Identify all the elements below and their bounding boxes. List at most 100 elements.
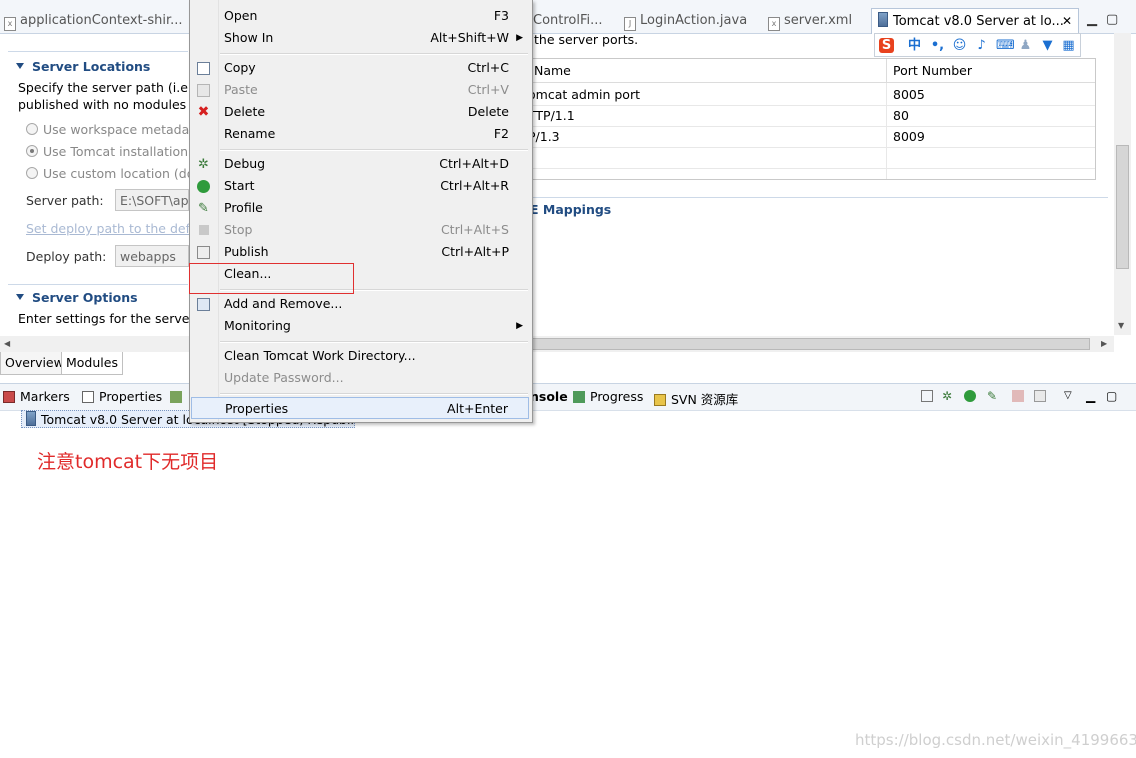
- minimize-icon[interactable]: ▁: [1086, 390, 1098, 402]
- menu-separator: [220, 149, 528, 151]
- menu-separator: [220, 341, 528, 343]
- minimize-icon[interactable]: ▁: [1087, 12, 1097, 27]
- view-menu-icon[interactable]: ▽: [1064, 390, 1076, 402]
- tab-console[interactable]: nsole: [530, 389, 568, 404]
- debug-icon[interactable]: ✲: [942, 390, 954, 402]
- publish-icon[interactable]: [1034, 390, 1046, 402]
- row-divider: [528, 147, 1095, 148]
- tab-modules[interactable]: Modules: [61, 352, 123, 375]
- port-number-cell[interactable]: 80: [887, 105, 1087, 126]
- tab-server-xml[interactable]: x server.xml: [768, 10, 864, 32]
- port-number-cell[interactable]: 8005: [887, 84, 1087, 105]
- start-icon: [197, 180, 210, 193]
- paste-icon: [197, 84, 210, 97]
- emoji-icon[interactable]: ☺: [952, 38, 967, 53]
- menu-item-paste[interactable]: Paste Ctrl+V: [191, 79, 529, 101]
- tab-properties[interactable]: Properties: [82, 389, 162, 404]
- deploy-path-label: Deploy path:: [26, 249, 107, 264]
- start-icon[interactable]: [964, 390, 976, 402]
- port-number-cell[interactable]: 8009: [887, 126, 1087, 147]
- maximize-icon[interactable]: ▢: [1106, 12, 1118, 27]
- chinese-mode-icon[interactable]: 中: [907, 38, 922, 53]
- deploy-path-field[interactable]: webapps: [115, 245, 189, 267]
- radio-workspace-metadata[interactable]: Use workspace metadata: [26, 122, 202, 137]
- scroll-down-icon[interactable]: ▼: [1118, 321, 1124, 330]
- menu-item-show-in[interactable]: Show In Alt+Shift+W ▶: [191, 27, 529, 49]
- stop-icon[interactable]: [1012, 390, 1024, 402]
- menu-item-clean-work-dir[interactable]: Clean Tomcat Work Directory...: [191, 345, 529, 367]
- menu-item-publish[interactable]: Publish Ctrl+Alt+P: [191, 241, 529, 263]
- scrollbar-thumb[interactable]: [530, 338, 1090, 350]
- radio-selected-icon: [26, 145, 38, 157]
- sogou-logo-icon[interactable]: S: [879, 38, 894, 53]
- submenu-arrow-icon: ▶: [516, 321, 523, 331]
- port-name-cell[interactable]: TTP/1.1: [522, 105, 882, 126]
- section-divider: [8, 51, 188, 52]
- delete-icon: ✖: [197, 104, 210, 120]
- server-icon: [878, 12, 888, 27]
- menu-item-rename[interactable]: Rename F2: [191, 123, 529, 145]
- column-header-name[interactable]: Name: [528, 59, 887, 83]
- menu-item-update-password[interactable]: Update Password...: [191, 367, 529, 389]
- tab-tomcat-server[interactable]: Tomcat v8.0 Server at lo... ✕: [871, 8, 1079, 34]
- xml-file-icon: x: [4, 17, 16, 31]
- add-remove-icon: [197, 298, 210, 311]
- user-icon[interactable]: ♟: [1018, 38, 1033, 53]
- collapse-triangle-icon: [16, 63, 24, 69]
- toolbox-icon[interactable]: ▦: [1061, 38, 1076, 53]
- server-path-field[interactable]: E:\SOFT\apa: [115, 189, 189, 211]
- profile-icon[interactable]: ✎: [987, 390, 999, 402]
- menu-item-debug[interactable]: ✲ Debug Ctrl+Alt+D: [191, 153, 529, 175]
- server-locations-desc-1: Specify the server path (i.e. ca: [18, 80, 211, 95]
- servers-icon[interactable]: [170, 389, 187, 404]
- server-locations-desc-2: published with no modules p: [18, 97, 199, 112]
- ports-table: Name Port Number omcat admin port 8005 T…: [527, 58, 1096, 180]
- column-header-port[interactable]: Port Number: [887, 59, 1095, 83]
- scrollbar-thumb[interactable]: [1116, 145, 1129, 269]
- tab-svn[interactable]: SVN 资源库: [654, 389, 738, 408]
- row-divider: [528, 168, 1095, 169]
- port-name-cell[interactable]: P/1.3: [522, 126, 882, 147]
- collapse-all-icon[interactable]: [921, 390, 933, 402]
- watermark: https://blog.csdn.net/weixin_41996632: [855, 731, 1136, 749]
- radio-tomcat-installation[interactable]: Use Tomcat installation (t: [26, 144, 202, 159]
- vertical-scrollbar[interactable]: ▼: [1114, 33, 1131, 335]
- skin-icon[interactable]: ▼: [1040, 38, 1055, 53]
- punctuation-icon[interactable]: •,: [930, 38, 945, 53]
- publish-icon: [197, 246, 210, 259]
- radio-custom-location[interactable]: Use custom location (doe: [26, 166, 202, 181]
- server-options-header[interactable]: Server Options: [16, 290, 138, 305]
- tab-markers[interactable]: Markers: [3, 389, 70, 404]
- xml-file-icon: x: [768, 17, 780, 31]
- server-locations-header[interactable]: Server Locations: [16, 59, 150, 74]
- maximize-icon[interactable]: ▢: [1106, 390, 1118, 402]
- tab-controlfilter[interactable]: ControlFi...: [533, 10, 613, 32]
- scroll-left-icon[interactable]: ◀: [4, 339, 10, 348]
- menu-item-properties[interactable]: Properties Alt+Enter: [191, 397, 529, 419]
- scroll-right-icon[interactable]: ▶: [1101, 339, 1107, 348]
- port-name-cell[interactable]: omcat admin port: [522, 84, 882, 105]
- horizontal-scrollbar[interactable]: ◀ ▶: [0, 336, 1114, 352]
- menu-item-delete[interactable]: ✖ Delete Delete: [191, 101, 529, 123]
- tab-loginaction[interactable]: J LoginAction.java: [624, 10, 754, 32]
- tab-overview[interactable]: Overview: [0, 352, 69, 375]
- close-tab-icon[interactable]: ✕: [1062, 9, 1072, 34]
- keyboard-icon[interactable]: ⌨: [996, 38, 1015, 53]
- menu-item-profile[interactable]: ✎ Profile: [191, 197, 529, 219]
- menu-item-start[interactable]: Start Ctrl+Alt+R: [191, 175, 529, 197]
- menu-item-stop[interactable]: Stop Ctrl+Alt+S: [191, 219, 529, 241]
- ime-toolbar: S 中 •, ☺ ♪ ⌨ ♟ ▼ ▦: [874, 33, 1081, 57]
- tab-progress[interactable]: Progress: [573, 389, 643, 404]
- menu-item-monitoring[interactable]: Monitoring ▶: [191, 315, 529, 337]
- tab-applicationcontext[interactable]: x applicationContext-shir...: [4, 10, 187, 32]
- menu-item-copy[interactable]: Copy Ctrl+C: [191, 57, 529, 79]
- microphone-icon[interactable]: ♪: [974, 38, 989, 53]
- views-tab-bar: Markers Properties nsole Progress SVN 资源…: [0, 383, 1136, 411]
- section-divider: [8, 284, 188, 285]
- set-deploy-path-link[interactable]: Set deploy path to the defa: [26, 221, 198, 236]
- ports-desc: the server ports.: [534, 32, 639, 47]
- menu-item-add-remove[interactable]: Add and Remove...: [191, 293, 529, 315]
- menu-item-open[interactable]: Open F3: [191, 5, 529, 27]
- mime-mappings-header[interactable]: E Mappings: [530, 202, 611, 217]
- menu-separator: [220, 53, 528, 55]
